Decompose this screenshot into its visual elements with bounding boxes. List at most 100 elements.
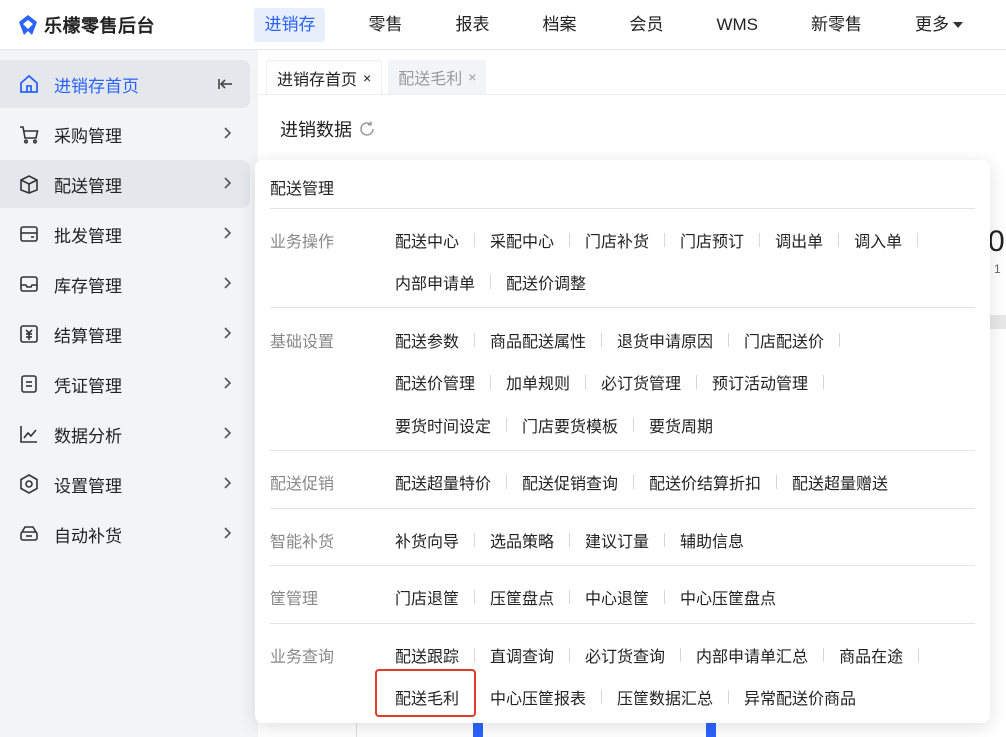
menu-item[interactable]: 配送中心 [395, 228, 459, 252]
menu-item[interactable]: 中心退筐 [585, 585, 649, 609]
sidebar-item-label: 采购管理 [54, 126, 122, 146]
menu-item[interactable]: 预订活动管理 [712, 370, 808, 394]
menu-item[interactable]: 门店预订 [680, 228, 744, 252]
caret-down-icon [953, 21, 963, 28]
collapse-sidebar-icon[interactable] [216, 74, 236, 94]
sidebar-item-distribution[interactable]: 配送管理 [0, 160, 250, 208]
section-label: 基础设置 [270, 334, 335, 351]
menu-row: 配送跟踪 直调查询 必订货查询 内部申请单汇总 商品在途 [395, 643, 934, 667]
menu-row: 补货向导 选品策略 建议订量 辅助信息 [395, 528, 744, 552]
menu-item[interactable]: 配送跟踪 [395, 643, 459, 667]
sidebar-item-voucher[interactable]: 凭证管理 [0, 360, 250, 408]
menu-item[interactable]: 门店退筐 [395, 585, 459, 609]
menu-item[interactable]: 配送超量赠送 [792, 470, 888, 494]
menu-item[interactable]: 内部申请单 [395, 270, 475, 294]
close-icon[interactable]: × [468, 69, 476, 85]
topnav-item-more[interactable]: 更多 [905, 8, 973, 42]
background-strip [988, 315, 1006, 329]
sidebar-item-settings[interactable]: 设置管理 [0, 460, 250, 508]
separator [474, 648, 476, 662]
sidebar-item-inventory[interactable]: 库存管理 [0, 260, 250, 308]
menu-item[interactable]: 内部申请单汇总 [696, 643, 808, 667]
sidebar-item-home[interactable]: 进销存首页 [0, 60, 250, 108]
menu-row: 要货时间设定 门店要货模板 要货周期 [395, 413, 713, 437]
menu-item[interactable]: 必订货查询 [585, 643, 665, 667]
separator [664, 533, 666, 547]
menu-item[interactable]: 配送价结算折扣 [649, 470, 761, 494]
chevron-right-icon [224, 527, 232, 539]
sidebar-item-auto-replenish[interactable]: 自动补货 [0, 510, 250, 558]
chevron-right-icon [224, 377, 232, 389]
menu-item[interactable]: 商品在途 [839, 643, 903, 667]
topnav-item-wms[interactable]: WMS [706, 8, 768, 42]
menu-item[interactable]: 补货向导 [395, 528, 459, 552]
menu-item[interactable]: 配送促销查询 [522, 470, 618, 494]
menu-item[interactable]: 配送参数 [395, 328, 459, 352]
separator [474, 533, 476, 547]
separator [918, 648, 920, 662]
topnav-item-huiyuan[interactable]: 会员 [619, 8, 673, 42]
sidebar-item-wholesale[interactable]: 批发管理 [0, 210, 250, 258]
tabs-divider [258, 94, 1006, 95]
tab-label: 配送毛利 [398, 71, 463, 88]
menu-item[interactable]: 建议订量 [585, 528, 649, 552]
menu-item[interactable]: 调出单 [775, 228, 823, 252]
menu-item[interactable]: 辅助信息 [680, 528, 744, 552]
refresh-icon[interactable] [358, 120, 376, 138]
chevron-right-icon [224, 177, 232, 189]
menu-item[interactable]: 加单规则 [506, 370, 570, 394]
menu-item[interactable]: 中心压筐盘点 [680, 585, 776, 609]
menu-item[interactable]: 必订货管理 [601, 370, 681, 394]
sidebar-item-label: 进销存首页 [54, 76, 139, 96]
tab-home[interactable]: 进销存首页 × [266, 60, 383, 94]
page-title: 进销数据 [280, 116, 376, 142]
section-label: 智能补货 [270, 534, 335, 551]
page-tabs: 进销存首页 × 配送毛利 × [266, 60, 492, 94]
close-icon[interactable]: × [363, 70, 371, 86]
menu-item[interactable]: 要货周期 [649, 413, 713, 437]
separator [474, 333, 476, 347]
menu-item[interactable]: 门店要货模板 [522, 413, 618, 437]
app-title: 乐檬零售后台 [44, 15, 155, 36]
tab-delivery-profit[interactable]: 配送毛利 × [388, 60, 487, 94]
app-logo[interactable]: 乐檬零售后台 [0, 0, 234, 50]
topnav-item-baobiao[interactable]: 报表 [445, 8, 499, 42]
menu-item[interactable]: 采配中心 [490, 228, 554, 252]
separator [601, 690, 603, 704]
menu-item[interactable]: 配送超量特价 [395, 470, 491, 494]
menu-item[interactable]: 选品策略 [490, 528, 554, 552]
menu-item[interactable]: 门店配送价 [744, 328, 824, 352]
menu-item[interactable]: 异常配送价商品 [744, 685, 856, 709]
chevron-right-icon [224, 327, 232, 339]
separator [633, 418, 635, 432]
sidebar-item-label: 数据分析 [54, 426, 122, 446]
topnav-item-lingshou[interactable]: 零售 [358, 8, 412, 42]
separator [585, 375, 587, 389]
separator [569, 233, 571, 247]
menu-item[interactable]: 要货时间设定 [395, 413, 491, 437]
menu-item[interactable]: 中心压筐报表 [490, 685, 586, 709]
sidebar-item-settlement[interactable]: 结算管理 [0, 310, 250, 358]
menu-item[interactable]: 商品配送属性 [490, 328, 586, 352]
menu-item[interactable]: 配送价调整 [506, 270, 586, 294]
topnav-item-dangan[interactable]: 档案 [532, 8, 586, 42]
sidebar-item-analytics[interactable]: 数据分析 [0, 410, 250, 458]
menu-item[interactable]: 压筐盘点 [490, 585, 554, 609]
divider [270, 623, 975, 624]
menu-item[interactable]: 压筐数据汇总 [617, 685, 713, 709]
menu-item[interactable]: 退货申请原因 [617, 328, 713, 352]
sidebar-item-purchase[interactable]: 采购管理 [0, 110, 250, 158]
topnav-item-xinlingshou[interactable]: 新零售 [801, 8, 872, 42]
menu-item[interactable]: 直调查询 [490, 643, 554, 667]
topnav-item-jinxiaocun[interactable]: 进销存 [254, 7, 326, 42]
menu-row: 配送中心 采配中心 门店补货 门店预订 调出单 调入单 [395, 228, 933, 252]
document-icon [18, 373, 40, 395]
menu-item[interactable]: 门店补货 [585, 228, 649, 252]
separator [664, 233, 666, 247]
page-title-text: 进销数据 [280, 120, 352, 140]
menu-item[interactable]: 配送价管理 [395, 370, 475, 394]
separator [917, 233, 919, 247]
menu-item[interactable]: 调入单 [854, 228, 902, 252]
chevron-right-icon [224, 227, 232, 239]
separator [633, 475, 635, 489]
